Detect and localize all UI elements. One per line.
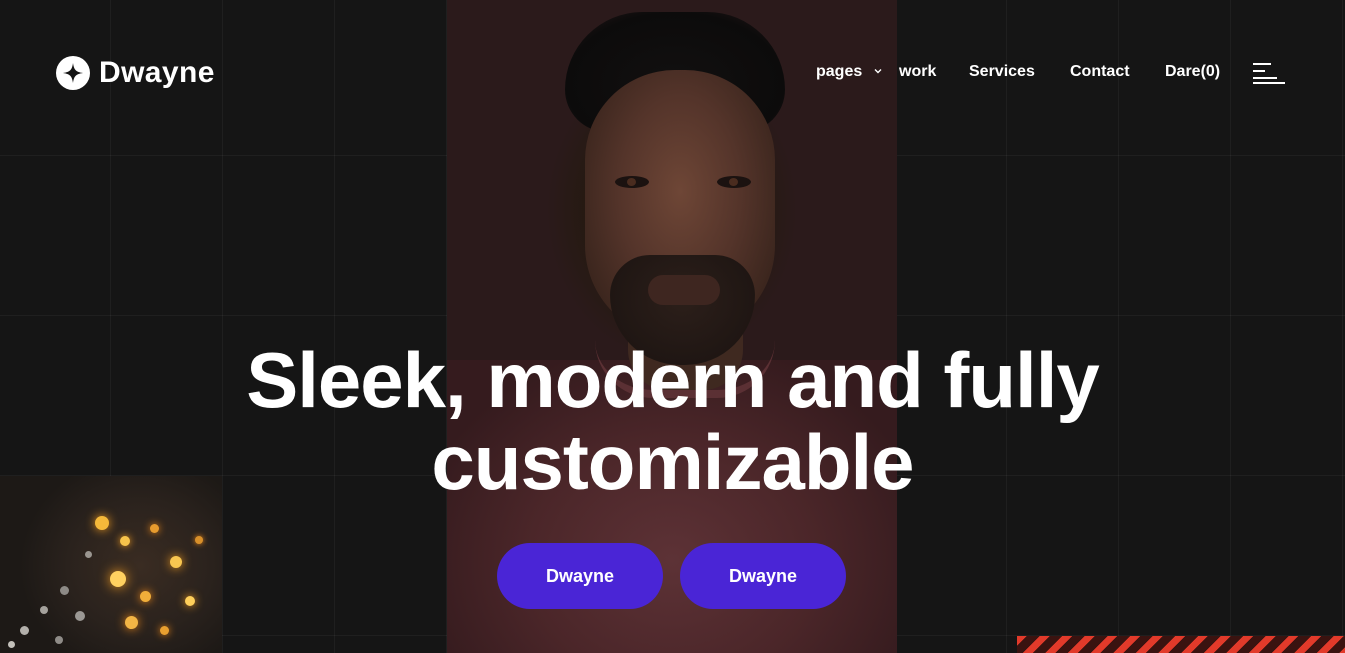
nav-item-pages[interactable]: pages	[816, 63, 862, 81]
hero-headline-line2: customizable	[431, 418, 914, 506]
hero-primary-button[interactable]: Dwayne	[497, 543, 663, 609]
portrait-lips	[648, 275, 720, 305]
hero-headline-line1: Sleek, modern and fully	[246, 336, 1100, 424]
nav-item-work[interactable]: work	[899, 63, 936, 81]
nav-item-contact[interactable]: Contact	[1070, 63, 1130, 81]
hamburger-menu-icon[interactable]	[1253, 63, 1287, 85]
nav-item-services[interactable]: Services	[969, 63, 1035, 81]
portrait-left-eye	[615, 176, 649, 188]
site-header: Dwayne pages work Services Contact Dare(…	[0, 0, 1345, 150]
logo[interactable]: Dwayne	[56, 56, 215, 90]
chevron-down-icon[interactable]	[873, 66, 883, 76]
hero-secondary-button[interactable]: Dwayne	[680, 543, 846, 609]
portrait-right-eye	[717, 176, 751, 188]
landing-page: Dwayne pages work Services Contact Dare(…	[0, 0, 1345, 653]
star-logo-icon	[56, 56, 90, 90]
particles-image	[0, 476, 222, 653]
striped-image	[1017, 636, 1345, 653]
logo-text: Dwayne	[99, 56, 215, 89]
nav-item-cart[interactable]: Dare(0)	[1165, 63, 1220, 81]
